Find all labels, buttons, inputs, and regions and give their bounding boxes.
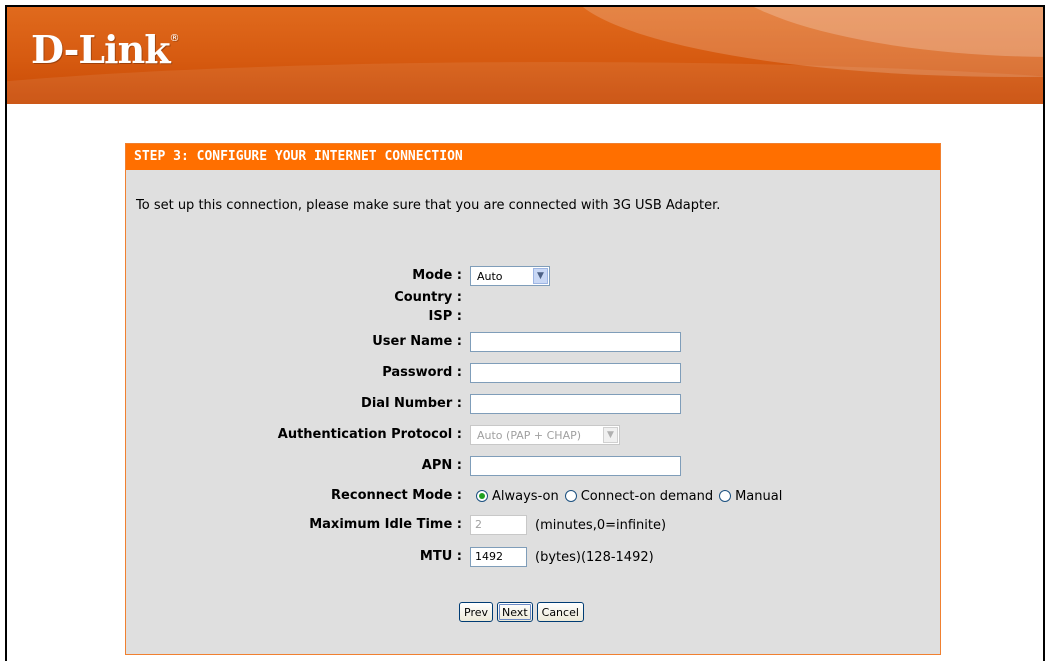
- reconnect-row: Reconnect Mode : Always-on Connect-on de…: [126, 485, 942, 507]
- wizard-panel: STEP 3: CONFIGURE YOUR INTERNET CONNECTI…: [125, 143, 941, 655]
- dlink-logo: D-Link®: [31, 27, 180, 72]
- username-row: User Name :: [126, 331, 942, 353]
- auth-protocol-select[interactable]: Auto (PAP + CHAP) ▼: [470, 425, 620, 445]
- reconnect-label: Reconnect Mode :: [331, 488, 462, 503]
- dial-number-input[interactable]: [470, 394, 681, 414]
- isp-label: ISP :: [428, 309, 462, 324]
- idle-time-hint: (minutes,0=infinite): [535, 517, 667, 533]
- dial-number-label: Dial Number :: [361, 396, 462, 411]
- mtu-row: MTU : 1492 (bytes)(128-1492): [126, 546, 942, 568]
- mode-row: Mode : Auto ▼: [126, 265, 942, 287]
- password-input[interactable]: [470, 363, 681, 383]
- auth-label: Authentication Protocol :: [277, 427, 462, 442]
- button-row: Prev Next Cancel: [459, 602, 584, 622]
- mode-label: Mode :: [412, 268, 462, 283]
- next-button[interactable]: Next: [497, 602, 533, 622]
- cancel-button[interactable]: Cancel: [536, 602, 584, 622]
- username-label: User Name :: [372, 334, 462, 349]
- idle-time-label: Maximum Idle Time :: [309, 517, 462, 532]
- radio-connect-on-demand[interactable]: Connect-on demand: [564, 489, 713, 504]
- radio-manual[interactable]: Manual: [719, 489, 782, 504]
- mtu-hint: (bytes)(128-1492): [535, 549, 654, 565]
- username-input[interactable]: [470, 332, 681, 352]
- apn-label: APN :: [421, 458, 462, 473]
- auth-row: Authentication Protocol : Auto (PAP + CH…: [126, 424, 942, 446]
- isp-row: ISP :: [126, 306, 942, 328]
- password-row: Password :: [126, 362, 942, 384]
- apn-row: APN :: [126, 455, 942, 477]
- mode-select[interactable]: Auto ▼: [470, 266, 550, 286]
- apn-input[interactable]: [470, 456, 681, 476]
- chevron-down-icon: ▼: [603, 427, 618, 443]
- prev-button[interactable]: Prev: [459, 602, 493, 622]
- chevron-down-icon: ▼: [533, 268, 548, 284]
- idle-time-input[interactable]: 2: [470, 515, 527, 535]
- mtu-input[interactable]: 1492: [470, 547, 527, 567]
- header-banner: D-Link®: [7, 7, 1043, 104]
- dial-number-row: Dial Number :: [126, 393, 942, 415]
- password-label: Password :: [382, 365, 462, 380]
- mtu-label: MTU :: [419, 549, 462, 564]
- page-frame: D-Link® STEP 3: CONFIGURE YOUR INTERNET …: [5, 5, 1045, 661]
- idle-time-row: Maximum Idle Time : 2 (minutes,0=infinit…: [126, 514, 942, 536]
- panel-title: STEP 3: CONFIGURE YOUR INTERNET CONNECTI…: [126, 144, 940, 170]
- intro-text: To set up this connection, please make s…: [136, 198, 721, 213]
- radio-always-on[interactable]: Always-on: [476, 489, 559, 504]
